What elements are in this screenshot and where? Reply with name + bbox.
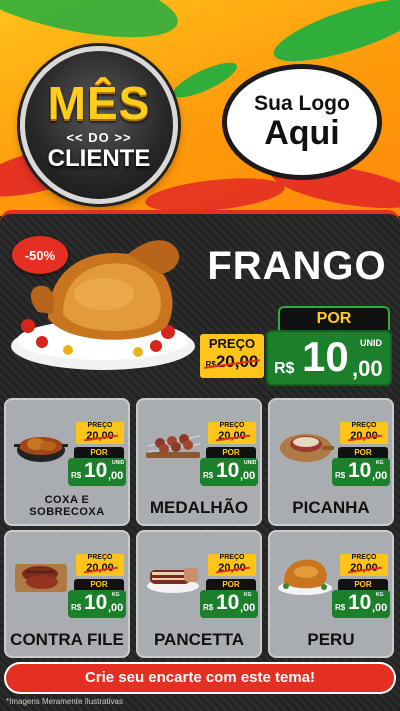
logo-placeholder[interactable]: Sua Logo Aqui [222, 64, 382, 180]
green-arrow-decoration [267, 0, 400, 74]
old-price-tag: PREÇO20,00 [208, 422, 256, 444]
new-price-tag: R$ 10,00 KG [68, 590, 126, 618]
chicken-pot-icon [14, 437, 68, 462]
price-decimal: ,00 [108, 470, 124, 482]
product-card[interactable]: PREÇO20,00PORR$10,00UNIDCOXA E SOBRECOXA [4, 398, 130, 526]
old-price-label: PREÇO [351, 554, 377, 561]
old-price-tag: PREÇO20,00 [340, 422, 388, 444]
new-price-tag: R$ 10 ,00 UNID [266, 330, 392, 386]
price-integer: 10 [302, 333, 349, 380]
pancetta-icon [147, 568, 199, 593]
badge-title: MÊS [47, 76, 151, 129]
price-unit: KG [244, 592, 252, 598]
currency-symbol: R$ [71, 603, 82, 612]
price-decimal: ,00 [240, 470, 256, 482]
badge-title-second: CLIENTE [47, 144, 151, 172]
price-unit: UNID [112, 460, 125, 466]
price-decimal: ,00 [352, 356, 383, 381]
old-price-tag: PREÇO20,00 [76, 554, 124, 576]
disclaimer-text: *Imagens Meramente Ilustrativas [6, 697, 123, 706]
currency-symbol: R$ [203, 471, 214, 480]
old-price-label: PREÇO [87, 422, 113, 429]
currency-symbol: R$ [335, 603, 346, 612]
badge-subtitle: << DO >> [66, 129, 132, 145]
product-name: PERU [307, 630, 355, 650]
product-name: PICANHA [292, 498, 370, 518]
old-price-label: PREÇO [87, 554, 113, 561]
logo-text-line1: Sua Logo [254, 91, 350, 115]
price-unit: KG [376, 592, 384, 598]
product-card[interactable]: PREÇO20,00PORR$10,00KGPERU [268, 530, 394, 658]
price-decimal: ,00 [372, 602, 388, 614]
old-price-tag: PREÇO20,00 [76, 422, 124, 444]
steak-board-icon [15, 564, 67, 592]
price-integer: 10 [216, 459, 240, 482]
price-unit: UNID [244, 460, 257, 466]
turkey-icon [278, 559, 332, 595]
price-unit: UNID [360, 338, 382, 348]
product-name: PANCETTA [153, 630, 245, 650]
create-flyer-button[interactable]: Crie seu encarte com este tema! [6, 664, 394, 692]
header-banner: MÊS << DO >> CLIENTE Sua Logo Aqui [0, 0, 400, 216]
skewers-icon [146, 434, 201, 458]
product-card[interactable]: PREÇO20,00PORR$10,00KGPANCETTA [136, 530, 262, 658]
price-unit: KG [112, 592, 120, 598]
price-decimal: ,00 [240, 602, 256, 614]
price-integer: 10 [348, 459, 372, 482]
price-decimal: ,00 [372, 470, 388, 482]
old-price-tag: PREÇO20,00 [208, 554, 256, 576]
product-card[interactable]: PREÇO20,00PORR$10,00KGPICANHA [268, 398, 394, 526]
new-price-tag: R$ 10,00 KG [200, 590, 258, 618]
price-decimal: ,00 [108, 602, 124, 614]
old-price-label: PREÇO [219, 554, 245, 561]
product-card[interactable]: PREÇO20,00PORR$10,00UNIDMEDALHÃO [136, 398, 262, 526]
picanha-board-icon [280, 434, 334, 462]
new-price-tag: R$ 10,00 UNID [200, 458, 258, 486]
price-integer: 10 [84, 591, 108, 614]
price-integer: 10 [216, 591, 240, 614]
new-price-tag: R$ 10,00 UNID [68, 458, 126, 486]
currency-symbol: R$ [274, 360, 295, 377]
product-name: CONTRA FILE [10, 630, 124, 650]
price-integer: 10 [84, 459, 108, 482]
discount-badge: -50% [12, 236, 68, 274]
new-price-label: POR [278, 306, 390, 330]
green-arrow-decoration [0, 0, 184, 53]
old-price-label: PREÇO [351, 422, 377, 429]
new-price-tag: R$ 10,00 KG [332, 458, 390, 486]
currency-symbol: R$ [71, 471, 82, 480]
old-price-label: PREÇO [219, 422, 245, 429]
currency-symbol: R$ [203, 603, 214, 612]
new-price-tag: R$ 10,00 KG [332, 590, 390, 618]
old-price-tag: PREÇO R$20,00 [200, 334, 264, 378]
mes-do-cliente-badge: MÊS << DO >> CLIENTE [20, 46, 178, 204]
hero-product-name: FRANGO [207, 244, 387, 288]
product-card[interactable]: PREÇO20,00PORR$10,00KGCONTRA FILE [4, 530, 130, 658]
old-price-tag: PREÇO20,00 [340, 554, 388, 576]
product-name: MEDALHÃO [149, 498, 249, 518]
price-integer: 10 [348, 591, 372, 614]
old-price-label: PREÇO [208, 336, 256, 351]
currency-symbol: R$ [335, 471, 346, 480]
price-unit: KG [376, 460, 384, 466]
logo-text-line2: Aqui [264, 113, 340, 152]
product-name: COXA E SOBRECOXA [29, 493, 105, 518]
